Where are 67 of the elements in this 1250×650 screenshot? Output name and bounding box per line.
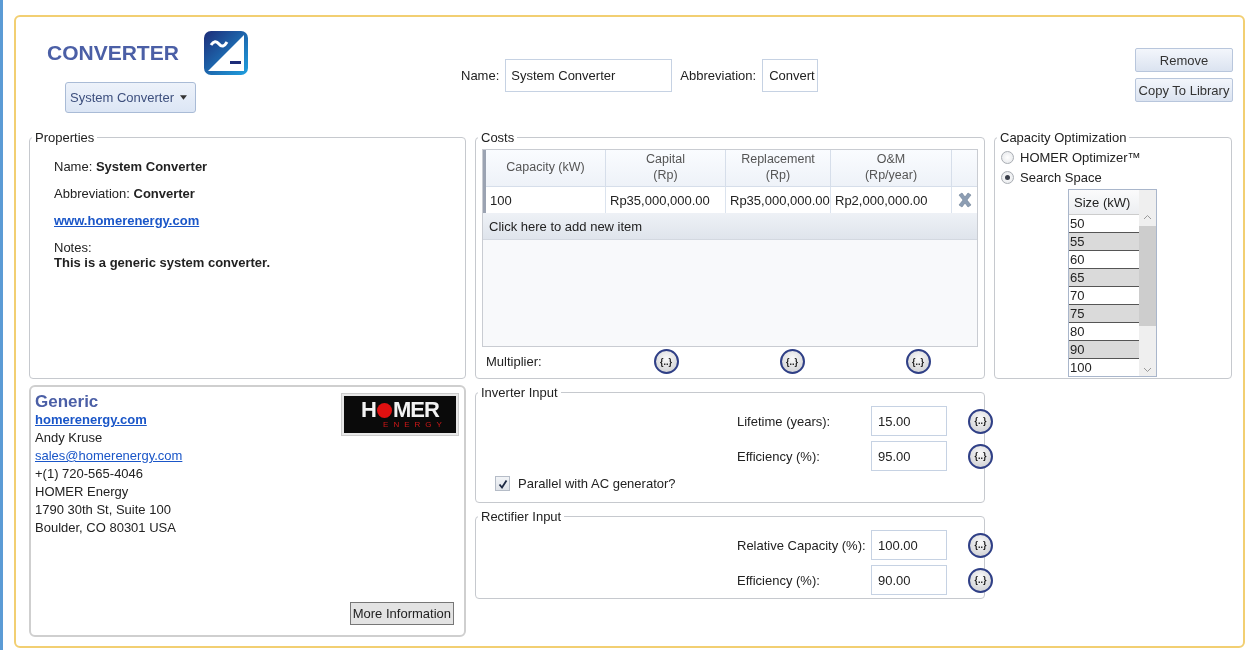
website-link[interactable]: homerenergy.com	[35, 411, 183, 429]
expression-button[interactable]: {..}	[779, 349, 805, 374]
address-line: 1790 30th St, Suite 100	[35, 501, 172, 519]
field-label: Relative Capacity (%):	[737, 537, 867, 553]
multiplier-label: Multiplier:	[486, 354, 542, 369]
name-field[interactable]: System Converter	[505, 58, 673, 92]
radio-label: HOMER Optimizer™	[1020, 149, 1141, 165]
property-text: Name: System Converter	[54, 159, 209, 174]
field-label: Name:	[461, 67, 500, 83]
column-header: O&M (Rp/year)	[831, 150, 952, 187]
vendor-name: Generic	[35, 393, 100, 411]
list-item[interactable]: 90	[1069, 341, 1139, 359]
radio-button[interactable]	[1001, 150, 1014, 164]
group-legend: Rectifier Input	[481, 509, 562, 524]
column-header: Capital (Rp)	[606, 150, 726, 187]
column-header: Size (kW)	[1069, 190, 1139, 215]
notes-text: This is a generic system converter.	[54, 255, 272, 270]
scrollbar[interactable]	[1139, 190, 1156, 376]
list-item[interactable]: 75	[1069, 305, 1139, 323]
expression-button[interactable]: {..}	[968, 532, 993, 558]
radio-label: Search Space	[1020, 169, 1102, 185]
input-field[interactable]: 100.00	[871, 530, 947, 560]
converter-icon	[202, 30, 249, 76]
column-header: Replacement (Rp)	[726, 150, 831, 187]
website-link[interactable]: www.homerenergy.com	[54, 213, 200, 228]
column-header	[952, 150, 977, 187]
more-information-button[interactable]: More Information	[349, 602, 454, 625]
checkbox[interactable]	[495, 476, 510, 491]
list-item[interactable]: 65	[1069, 269, 1139, 287]
field-label: Efficiency (%):	[737, 572, 821, 588]
column-header: Capacity (kW)	[486, 150, 606, 187]
field-label: Lifetime (years):	[737, 413, 832, 429]
group-legend: Capacity Optimization	[1000, 130, 1127, 145]
expression-button[interactable]: {..}	[968, 443, 993, 469]
scroll-down-icon[interactable]	[1143, 367, 1152, 373]
input-field[interactable]: 90.00	[871, 565, 947, 595]
field-label: Efficiency (%):	[737, 448, 821, 464]
email-link[interactable]: sales@homerenergy.com	[35, 447, 183, 465]
notes-label: Notes:	[54, 240, 93, 255]
contact-name: Andy Kruse	[35, 429, 104, 447]
component-title: CONVERTER	[47, 41, 179, 65]
toolbar-button[interactable]: Remove	[1135, 48, 1233, 72]
expression-button[interactable]: {..}	[968, 408, 993, 434]
scroll-up-icon[interactable]	[1143, 214, 1152, 220]
input-field[interactable]: 15.00	[871, 406, 947, 436]
list-item[interactable]: 55	[1069, 233, 1139, 251]
input-field[interactable]: 95.00	[871, 441, 947, 471]
group-legend: Inverter Input	[481, 385, 558, 400]
delete-icon[interactable]	[956, 192, 973, 208]
field-label: Abbreviation:	[680, 67, 757, 83]
company-logo: H MER ENERGY	[342, 394, 458, 435]
phone-number: +(1) 720-565-4046	[35, 465, 145, 483]
radio-button[interactable]	[1001, 170, 1014, 184]
component-dropdown[interactable]: System Converter	[65, 82, 196, 113]
company-name: HOMER Energy	[35, 483, 130, 501]
group-legend: Costs	[481, 130, 515, 145]
abbreviation-field[interactable]: Convert	[762, 58, 819, 92]
caret-icon	[180, 95, 187, 100]
group-legend: Properties	[35, 130, 95, 145]
add-item-row[interactable]: Click here to add new item	[483, 213, 977, 240]
expression-button[interactable]: {..}	[653, 349, 679, 374]
toolbar-button[interactable]: Copy To Library	[1135, 78, 1233, 102]
property-text: Abbreviation: Converter	[54, 186, 196, 201]
expression-button[interactable]: {..}	[968, 567, 993, 593]
expression-button[interactable]: {..}	[905, 349, 931, 374]
checkbox-label: Parallel with AC generator?	[518, 476, 676, 491]
address-line: Boulder, CO 80301 USA	[35, 519, 177, 537]
